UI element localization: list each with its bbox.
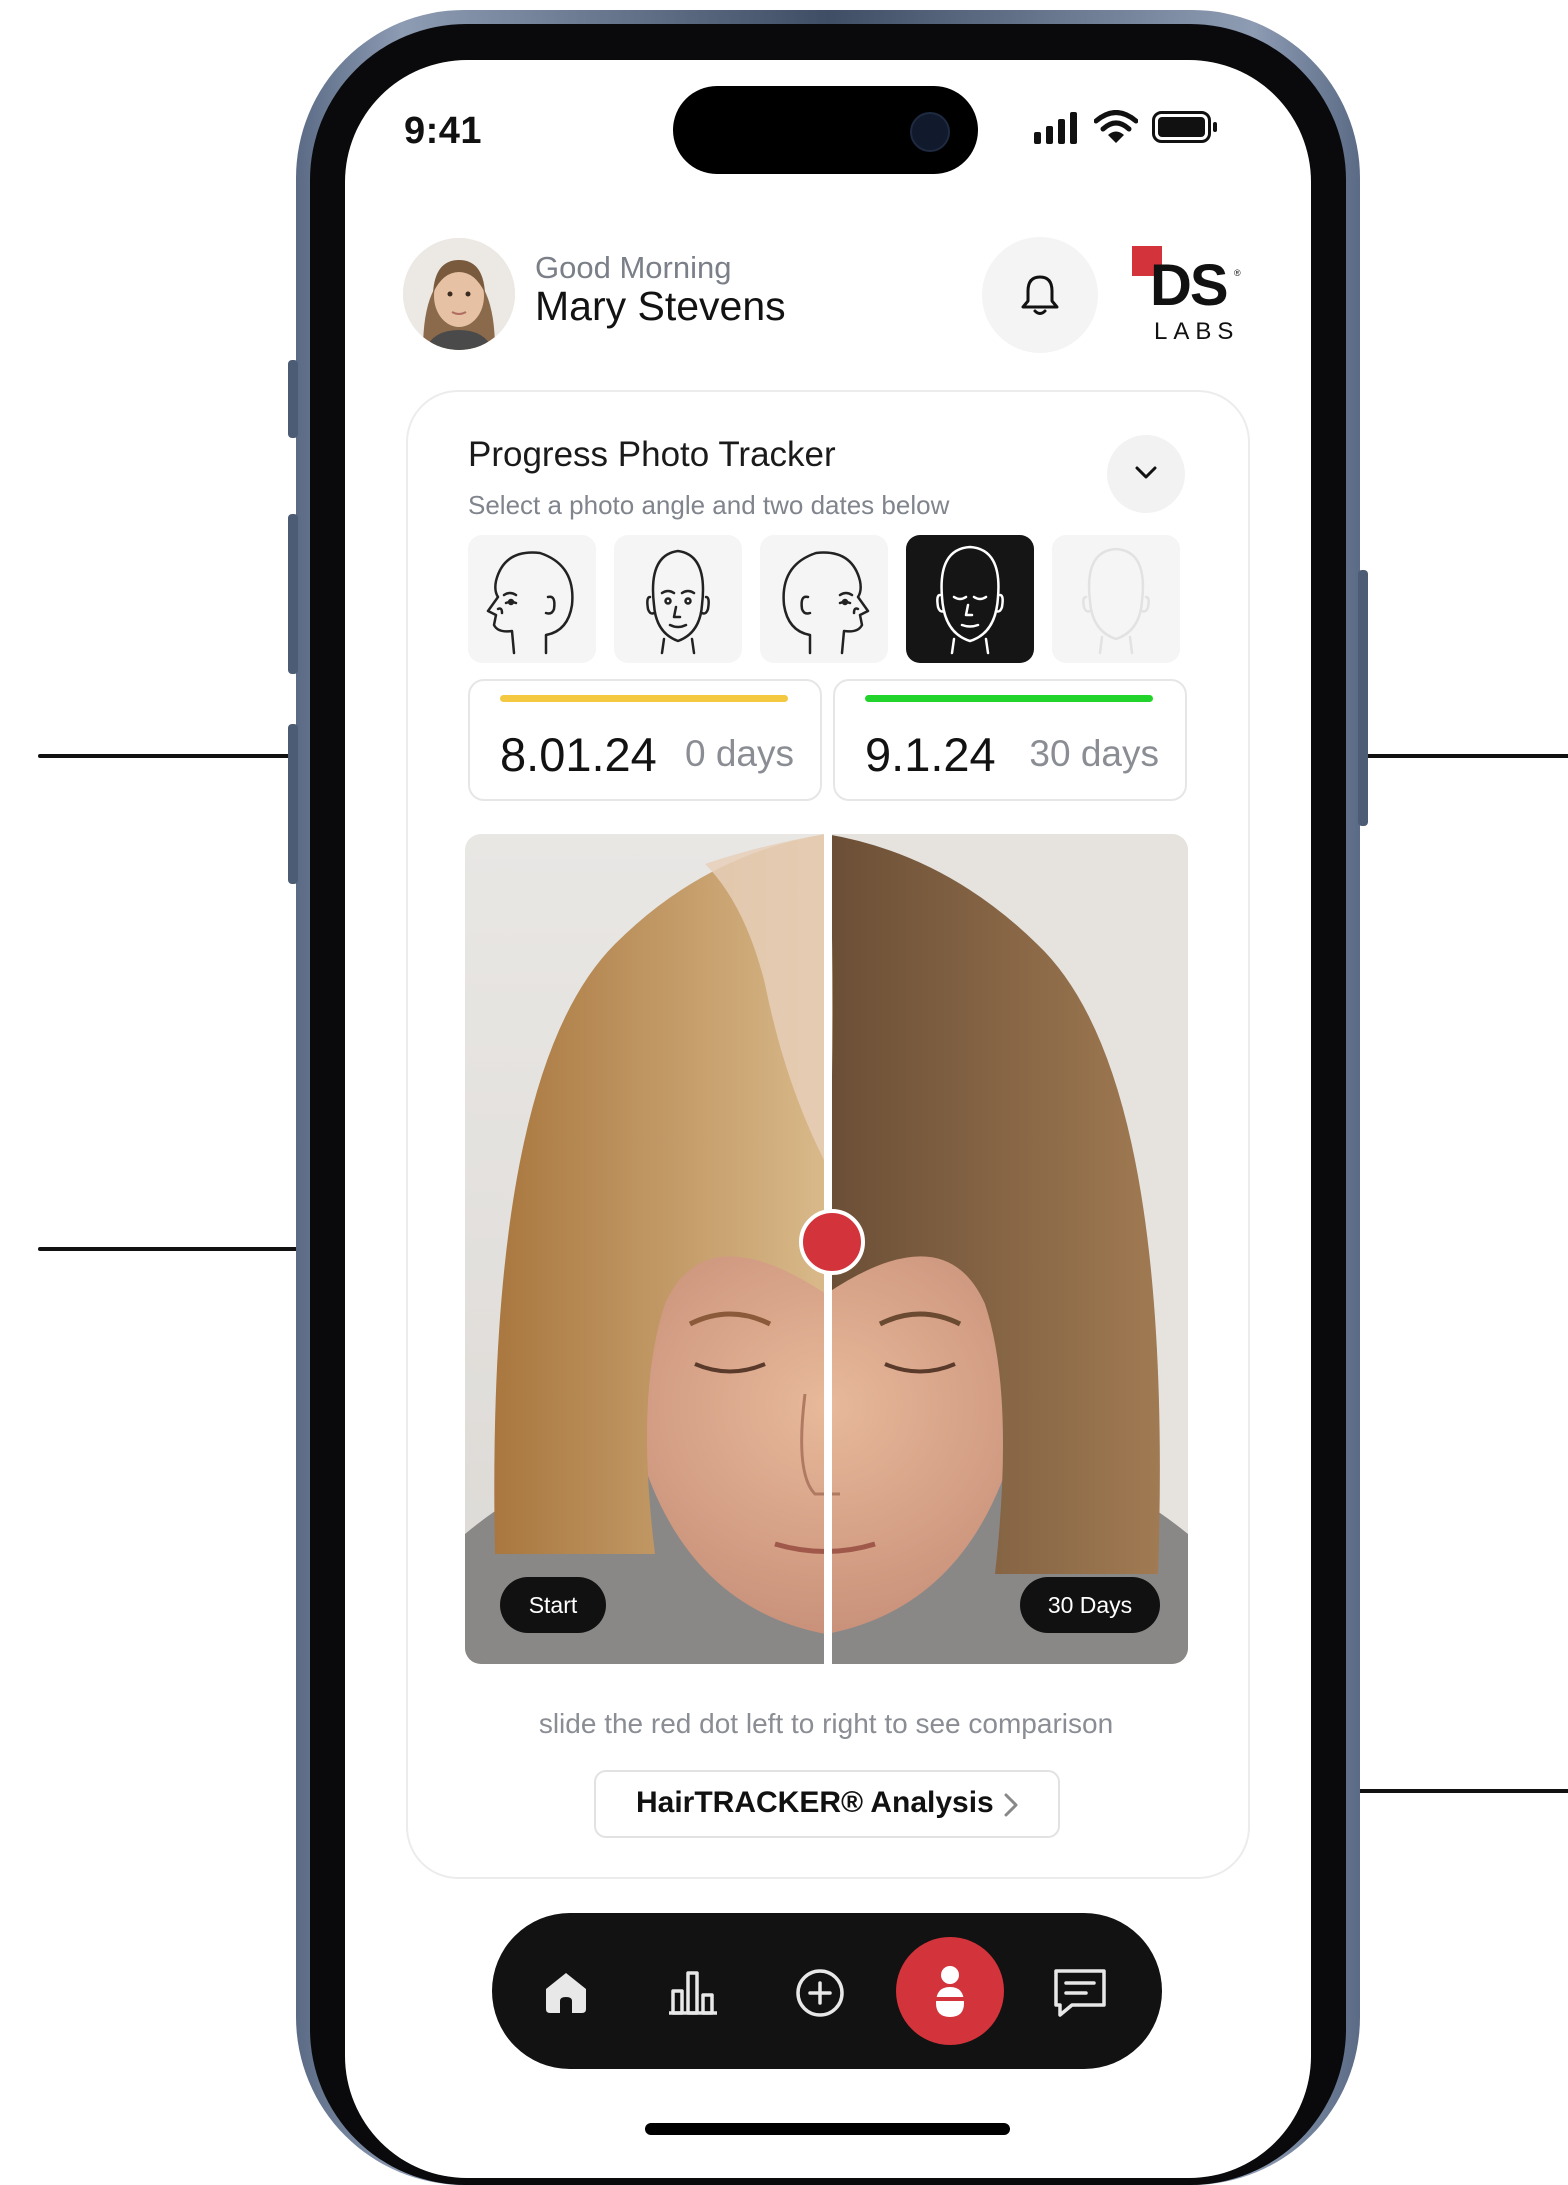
card-subtitle: Select a photo angle and two dates below: [468, 490, 950, 520]
head-right-profile-icon: [782, 551, 870, 655]
camera-icon: [910, 112, 950, 152]
start-label: Start: [500, 1577, 606, 1633]
battery-icon: [1152, 111, 1217, 143]
angle-top-down[interactable]: [906, 535, 1034, 663]
chart-icon: [669, 1971, 717, 2015]
end-date-selector[interactable]: 9.1.24 30 days: [833, 679, 1187, 801]
user-name: Mary Stevens: [535, 283, 786, 329]
end-date-value: 9.1.24: [865, 728, 996, 781]
analysis-button-label: HairTRACKER® Analysis: [636, 1786, 994, 1819]
angle-left-profile[interactable]: [468, 535, 596, 663]
end-date-days: 30 days: [1029, 733, 1159, 774]
head-front-icon: [646, 549, 710, 655]
angle-right-profile[interactable]: [760, 535, 888, 663]
logo-sub: LABS: [1154, 318, 1240, 345]
home-icon: [546, 1973, 586, 2013]
end-date-bar: [865, 695, 1153, 702]
signal-icon: [1034, 112, 1077, 144]
tab-home[interactable]: [518, 1943, 614, 2039]
avatar-image: [403, 238, 515, 350]
volume-down-button: [288, 724, 298, 884]
message-icon: [1054, 1969, 1106, 2017]
add-icon: [796, 1969, 844, 2017]
power-button: [1358, 570, 1368, 826]
logo-mark: DS: [1150, 253, 1229, 318]
head-top-down-icon: [936, 545, 1004, 655]
scan-icon: [936, 1966, 964, 2017]
bell-icon: [1021, 275, 1059, 315]
action-button: [288, 360, 298, 438]
hairtracker-analysis-button[interactable]: HairTRACKER® Analysis: [594, 1770, 1060, 1838]
tab-messages[interactable]: [1032, 1943, 1128, 2039]
start-date-bar: [500, 695, 788, 702]
chevron-down-icon: [1135, 466, 1157, 479]
angle-front[interactable]: [614, 535, 742, 663]
tab-stats[interactable]: [645, 1943, 741, 2039]
start-date-selector[interactable]: 8.01.24 0 days: [468, 679, 822, 801]
notifications-button[interactable]: [982, 237, 1098, 353]
angle-back[interactable]: [1052, 535, 1180, 663]
home-indicator: [645, 2123, 1010, 2135]
tab-scan[interactable]: [896, 1937, 1004, 2045]
comparison-slider-handle[interactable]: [799, 1209, 865, 1275]
head-back-icon: [1082, 547, 1150, 655]
end-label: 30 Days: [1020, 1577, 1160, 1633]
slider-hint: slide the red dot left to right to see c…: [538, 1708, 1114, 1739]
greeting: Good Morning: [535, 250, 732, 285]
volume-up-button: [288, 514, 298, 674]
start-date-value: 8.01.24: [500, 728, 657, 781]
collapse-button[interactable]: [1107, 435, 1185, 513]
head-left-profile-icon: [486, 551, 574, 655]
ds-labs-logo: DS LABS ®: [1132, 246, 1242, 346]
start-date-days: 0 days: [684, 733, 794, 774]
status-time: 9:41: [404, 110, 483, 152]
avatar[interactable]: [403, 238, 515, 350]
chevron-right-icon: [1004, 1793, 1018, 1817]
tab-add[interactable]: [772, 1943, 868, 2039]
wifi-icon: [1094, 110, 1138, 143]
card-title: Progress Photo Tracker: [468, 435, 836, 474]
